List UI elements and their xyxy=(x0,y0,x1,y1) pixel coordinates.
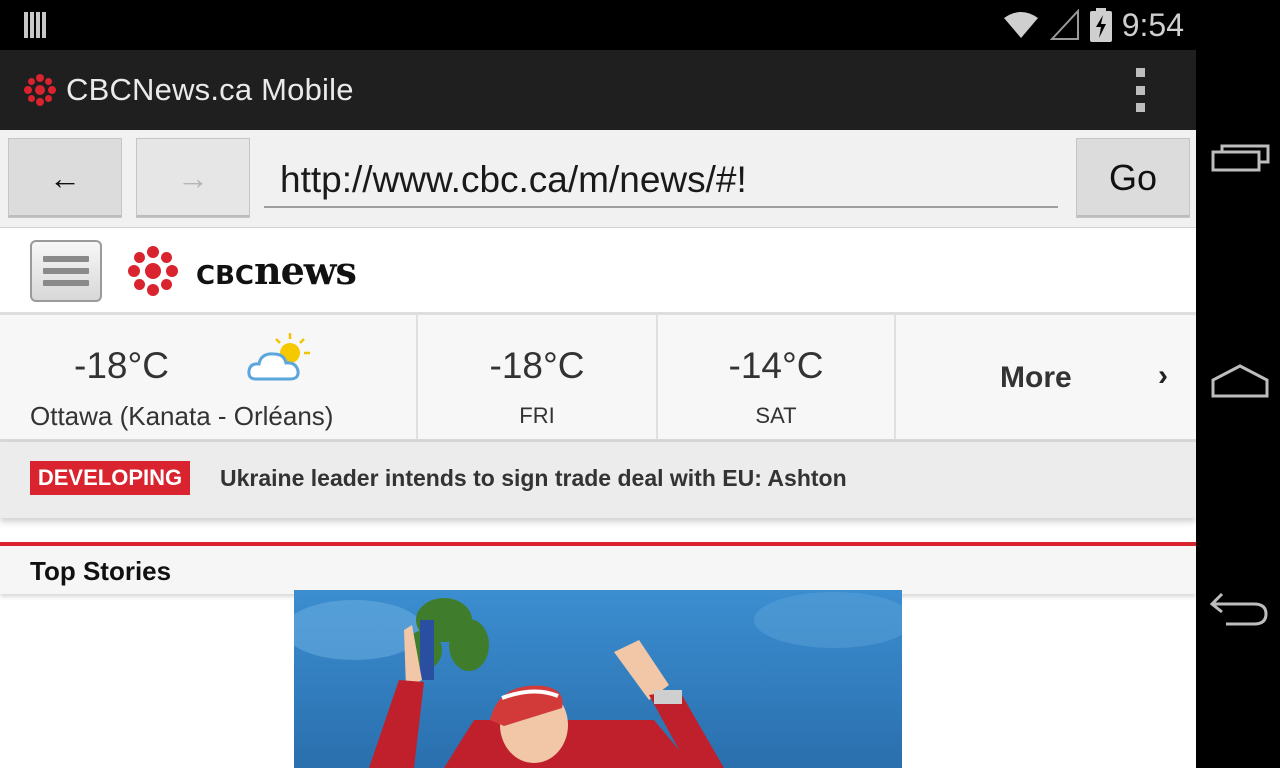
more-label[interactable]: More xyxy=(1000,361,1072,395)
forecast-temp: -18°C xyxy=(489,345,585,386)
cbc-gem-logo-icon xyxy=(128,246,178,296)
developing-headline-link[interactable]: Ukraine leader intends to sign trade dea… xyxy=(220,465,847,492)
brand-cbc: CBC xyxy=(196,261,254,291)
system-nav-bar xyxy=(1196,0,1280,768)
app-title: CBCNews.ca Mobile xyxy=(66,72,354,107)
partly-sunny-icon xyxy=(247,333,310,381)
battery-charging-icon xyxy=(1089,8,1112,42)
brand-news: news xyxy=(253,248,357,293)
weather-location: Ottawa (Kanata - Orléans) xyxy=(30,401,334,431)
browser-toolbar: ← → http://www.cbc.ca/m/news/#! Go xyxy=(0,130,1196,228)
forward-button[interactable]: → xyxy=(136,138,250,218)
notification-bars-icon xyxy=(24,12,48,38)
forecast-day-label: SAT xyxy=(755,403,797,428)
recent-apps-icon[interactable] xyxy=(1210,138,1270,182)
cbc-news-wordmark[interactable]: CBC news xyxy=(196,248,357,293)
weather-strip: -18°C Ottawa (Kanata - Orléans) -18°C FR… xyxy=(0,315,1196,442)
back-icon[interactable] xyxy=(1210,584,1270,628)
developing-badge: DEVELOPING xyxy=(30,461,190,495)
forecast-day[interactable]: -14°C SAT xyxy=(658,315,896,439)
back-button[interactable]: ← xyxy=(8,138,122,218)
weather-current[interactable]: -18°C Ottawa (Kanata - Orléans) xyxy=(0,315,418,439)
hamburger-menu-icon[interactable] xyxy=(30,240,102,302)
chevron-right-icon[interactable]: › xyxy=(1158,359,1168,393)
home-icon[interactable] xyxy=(1210,360,1270,404)
app-action-bar: CBCNews.ca Mobile xyxy=(0,50,1196,130)
url-input[interactable]: http://www.cbc.ca/m/news/#! xyxy=(264,158,1058,208)
status-icons: 9:54 xyxy=(1002,6,1184,44)
forecast-day-label: FRI xyxy=(519,403,555,428)
go-button[interactable]: Go xyxy=(1076,138,1190,218)
cbc-gem-icon xyxy=(24,74,56,106)
web-page: CBC news -18°C Ottawa (Kanata - Orléans)… xyxy=(0,228,1196,768)
top-story-photo[interactable] xyxy=(294,590,902,768)
athlete-photo-image xyxy=(294,590,902,768)
wifi-icon xyxy=(1003,12,1038,38)
signal-icon xyxy=(1049,9,1079,40)
current-temp: -18°C xyxy=(74,345,169,386)
status-bar: 9:54 xyxy=(0,0,1196,50)
developing-banner: DEVELOPING Ukraine leader intends to sig… xyxy=(0,442,1196,518)
forecast-temp: -14°C xyxy=(728,345,824,386)
weather-more-button[interactable]: More › xyxy=(896,315,1196,439)
top-stories-header: Top Stories xyxy=(0,542,1196,594)
top-stories-label: Top Stories xyxy=(30,556,172,586)
clock: 9:54 xyxy=(1121,6,1184,43)
overflow-menu-icon[interactable] xyxy=(1132,68,1148,112)
site-header: CBC news xyxy=(0,228,1196,315)
forecast-day[interactable]: -18°C FRI xyxy=(418,315,658,439)
